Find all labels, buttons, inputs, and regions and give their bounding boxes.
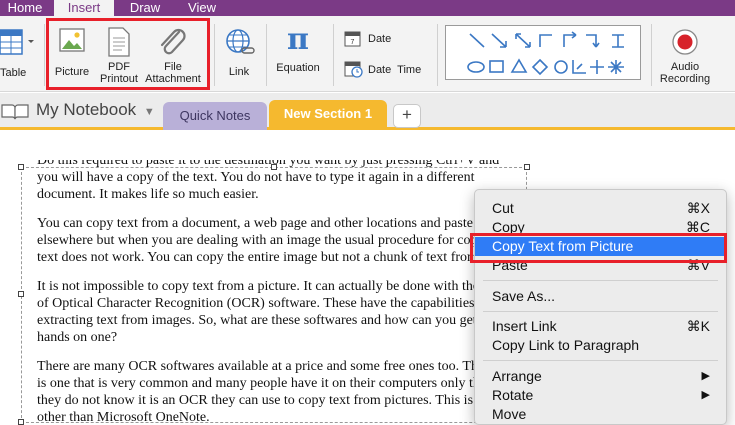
globe-link-icon (226, 29, 255, 54)
link-button[interactable]: Link (218, 26, 260, 86)
menu-item-label: Cut (492, 200, 514, 216)
date-button[interactable]: 7 Date (344, 30, 430, 50)
menu-separator (483, 360, 718, 361)
menu-item-label: Copy Link to Paragraph (492, 337, 640, 353)
section-tab-quick-notes[interactable]: Quick Notes (163, 102, 267, 130)
notebook-icon (1, 104, 29, 120)
calendar-clock-icon (344, 61, 363, 78)
menu-item-label: Save As... (492, 288, 556, 304)
date-time-label: Date Time (368, 64, 422, 76)
audio-label-line2: Recording (659, 73, 711, 85)
menu-item-move[interactable]: Move (475, 405, 726, 424)
resize-handle[interactable] (18, 419, 24, 425)
equation-button[interactable]: π Equation (272, 24, 324, 84)
table-label: Table (0, 67, 27, 79)
date-time-button[interactable]: Date Time (344, 60, 434, 80)
top-tab-bar: Home Insert Draw View (0, 0, 735, 16)
ribbon-separator (437, 24, 438, 86)
insert-ribbon: Table Picture PDF Printout File Attachme… (0, 16, 735, 92)
menu-separator (483, 280, 718, 281)
submenu-arrow-icon: ▶ (701, 389, 710, 401)
svg-text:7: 7 (351, 39, 355, 46)
menu-item-arrange[interactable]: Arrange ▶ (475, 367, 726, 386)
equation-label: Equation (276, 62, 320, 74)
audio-recording-button[interactable]: Audio Recording (655, 26, 715, 90)
insert-files-highlight (46, 18, 210, 90)
date-label: Date (368, 33, 392, 45)
table-button[interactable]: Table (0, 28, 38, 88)
menu-item-label: Move (492, 406, 527, 422)
tab-draw[interactable]: Draw (118, 0, 172, 16)
shapes-gallery[interactable] (445, 25, 641, 80)
ribbon-separator (266, 24, 267, 86)
menu-item-label: Insert Link (492, 318, 557, 334)
resize-handle[interactable] (18, 291, 24, 297)
pi-icon: π (287, 22, 309, 57)
document-paragraph: It is not impossible to copy text from a… (37, 279, 506, 345)
audio-label-line1: Audio (670, 61, 700, 73)
menu-item-copy-link-to-paragraph[interactable]: Copy Link to Paragraph (475, 336, 726, 355)
notebook-name: My Notebook (36, 100, 137, 119)
submenu-arrow-icon: ▶ (701, 370, 710, 382)
calendar-icon: 7 (344, 31, 361, 47)
menu-item-insert-link[interactable]: Insert Link ⌘K (475, 317, 726, 336)
tab-view[interactable]: View (176, 0, 228, 16)
document-paragraph: There are many OCR softwares available a… (37, 359, 504, 425)
ribbon-separator (214, 24, 215, 86)
record-icon (672, 29, 698, 55)
section-tab-new-section-1[interactable]: New Section 1 (269, 100, 387, 130)
menu-item-cut[interactable]: Cut ⌘X (475, 199, 726, 218)
menu-item-label: Rotate (492, 387, 534, 403)
tab-home[interactable]: Home (0, 0, 50, 16)
shapes-icons (467, 31, 624, 76)
document-paragraph: You can copy text from a document, a web… (37, 216, 503, 265)
copy-text-highlight (470, 233, 727, 263)
link-label: Link (228, 66, 250, 78)
shortcut-label: ⌘X (686, 200, 710, 216)
ribbon-separator (44, 24, 45, 86)
add-section-button[interactable]: + (393, 104, 421, 128)
resize-handle[interactable] (18, 164, 24, 170)
menu-item-rotate[interactable]: Rotate ▶ (475, 386, 726, 405)
document-paragraph: Do this required to paste it to the dest… (37, 160, 500, 202)
picture-document-text: Do this required to paste it to the dest… (37, 160, 507, 425)
menu-item-label: Arrange (492, 368, 542, 384)
context-menu: Cut ⌘X Copy ⌘C Copy Text from Picture Pa… (474, 189, 727, 425)
chevron-down-icon: ▼ (143, 106, 155, 118)
menu-item-save-as[interactable]: Save As... (475, 287, 726, 306)
notebook-selector[interactable]: My Notebook ▼ (36, 100, 155, 122)
shortcut-label: ⌘K (686, 318, 710, 334)
resize-handle[interactable] (524, 164, 530, 170)
ribbon-separator (333, 24, 334, 86)
tab-insert[interactable]: Insert (54, 0, 114, 16)
ribbon-separator (651, 24, 652, 86)
table-icon (0, 29, 34, 55)
menu-separator (483, 311, 718, 312)
